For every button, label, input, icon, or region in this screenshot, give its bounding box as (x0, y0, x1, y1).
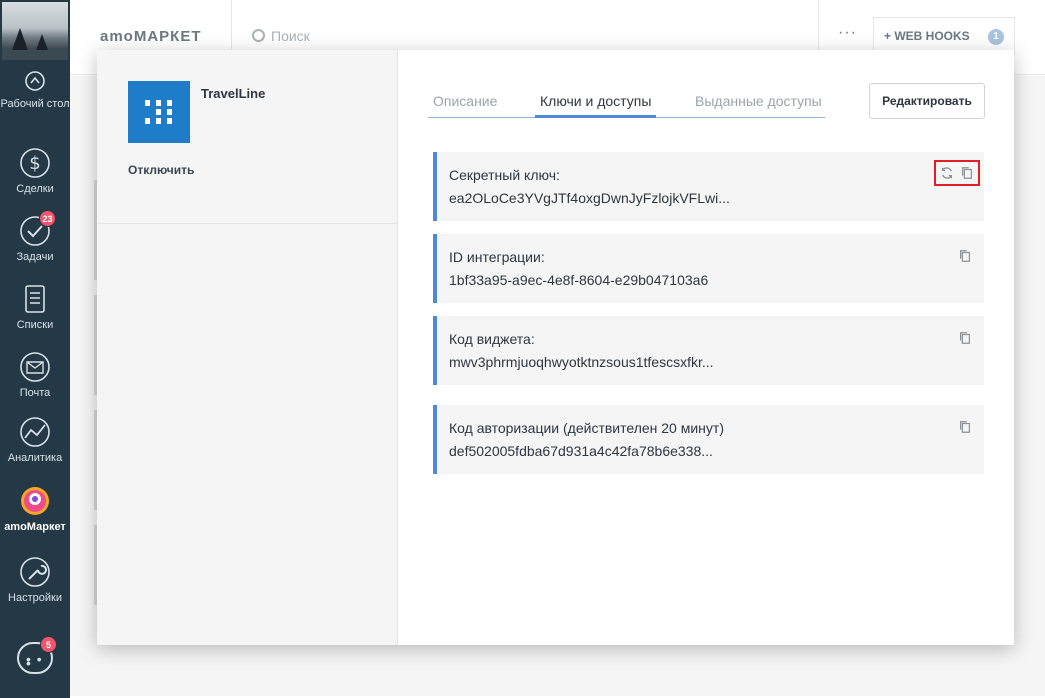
sidebar-item-label: amoМаркет (4, 521, 66, 533)
logo-dot (167, 109, 172, 115)
check-icon: 23 (18, 210, 56, 248)
sidebar-item-amomarket[interactable]: amoМаркет (0, 484, 70, 534)
amomarket-icon (18, 484, 52, 518)
key-value: 1bf33a95-a9ec-4e8f-8604-e29b047103a6 (449, 272, 709, 288)
chat-badge: 5 (40, 636, 57, 653)
logo-dot (156, 118, 161, 124)
travelline-logo-icon (128, 81, 190, 143)
logo-dot (167, 100, 172, 106)
avatar-rock (12, 28, 28, 50)
copy-icon[interactable] (958, 331, 972, 345)
sidebar-item-label: Сделки (16, 183, 54, 195)
sidebar-item-label: Списки (16, 319, 54, 331)
modal-left-panel: TravelLine Отключить (97, 50, 398, 645)
copy-icon[interactable] (960, 166, 974, 180)
app-name: TravelLine (201, 86, 266, 101)
widget-code-card: Код виджета: mwv3phrmjuoqhwyotktnzsous1t… (433, 316, 984, 385)
mail-icon (18, 350, 52, 384)
chat-button[interactable]: • • • 5 (17, 636, 57, 676)
secret-key-actions (934, 160, 980, 186)
auth-code-card: Код авторизации (действителен 20 минут) … (433, 405, 984, 474)
webhooks-label: + WEB HOOKS (884, 29, 970, 43)
integration-id-card: ID интеграции: 1bf33a95-a9ec-4e8f-8604-e… (433, 234, 984, 303)
sidebar-item-label: Рабочий стол (0, 98, 70, 110)
key-value: mwv3phrmjuoqhwyotktnzsous1tfescsxfkr... (449, 354, 714, 370)
active-tab-indicator (535, 115, 656, 118)
tab-issued-access[interactable]: Выданные доступы (695, 93, 822, 109)
sidebar-item-label: Настройки (8, 592, 62, 604)
tab-bar: Описание Ключи и доступы Выданные доступ… (428, 90, 825, 118)
sidebar-item-dashboard[interactable]: Рабочий стол (0, 70, 70, 111)
integration-modal: TravelLine Отключить Описание Ключи и до… (97, 50, 1014, 645)
search-icon (252, 29, 265, 42)
key-value: ea2OLoCe3YVgJTf4oxgDwnJyFzlojkVFLwi... (449, 190, 730, 206)
tab-keys-access[interactable]: Ключи и доступы (540, 93, 651, 109)
logo-dot (145, 118, 150, 124)
sidebar-item-mail[interactable]: Почта (0, 350, 70, 400)
edit-button[interactable]: Редактировать (869, 83, 985, 119)
sidebar-item-label: Задачи (16, 251, 54, 263)
key-label: Код виджета: (449, 331, 535, 347)
copy-icon[interactable] (958, 420, 972, 434)
widget-code-actions (954, 325, 976, 351)
key-label: ID интеграции: (449, 249, 545, 265)
sidebar-item-tasks[interactable]: 23 Задачи (0, 210, 70, 264)
logo-dot (156, 109, 161, 115)
sidebar-item-analytics[interactable]: Аналитика (0, 415, 70, 465)
logo-dot (145, 100, 150, 106)
webhooks-badge: 1 (988, 29, 1004, 45)
left-divider (97, 223, 397, 224)
secret-key-card: Секретный ключ: ea2OLoCe3YVgJTf4oxgDwnJy… (433, 152, 984, 221)
user-avatar[interactable] (2, 2, 68, 60)
auth-code-actions (954, 414, 976, 440)
key-label: Секретный ключ: (449, 167, 560, 183)
tab-description[interactable]: Описание (433, 93, 497, 109)
integration-id-actions (954, 243, 976, 269)
dollar-icon: $ (18, 146, 52, 180)
sidebar-item-deals[interactable]: $ Сделки (0, 146, 70, 196)
tasks-badge: 23 (39, 210, 56, 227)
sidebar-item-lists[interactable]: Списки (0, 282, 70, 332)
avatar-rock (36, 34, 48, 50)
logo-dot (156, 100, 161, 106)
dashboard-icon (24, 70, 46, 92)
sidebar-item-label: Почта (19, 387, 51, 399)
sidebar-item-settings[interactable]: Настройки (0, 555, 70, 605)
svg-text:$: $ (29, 153, 40, 174)
more-button[interactable]: ··· (838, 24, 857, 42)
key-value: def502005fdba67d931a4c42fa78b6e338... (449, 443, 713, 459)
search-input[interactable]: Поиск (252, 28, 310, 44)
left-sidebar: Рабочий стол $ Сделки 23 Задачи Списки П… (0, 0, 70, 698)
wrench-icon (18, 555, 52, 589)
disable-button[interactable]: Отключить (128, 163, 194, 177)
analytics-icon (18, 415, 52, 449)
logo-dot (167, 118, 172, 124)
sidebar-item-label: Аналитика (7, 452, 63, 464)
search-placeholder: Поиск (271, 28, 310, 44)
refresh-icon[interactable] (940, 166, 954, 180)
copy-icon[interactable] (958, 249, 972, 263)
brand-title: amoМАРКЕТ (100, 28, 202, 45)
chat-dots: • • • (26, 651, 43, 671)
key-label: Код авторизации (действителен 20 минут) (449, 420, 724, 436)
list-icon (18, 282, 52, 316)
